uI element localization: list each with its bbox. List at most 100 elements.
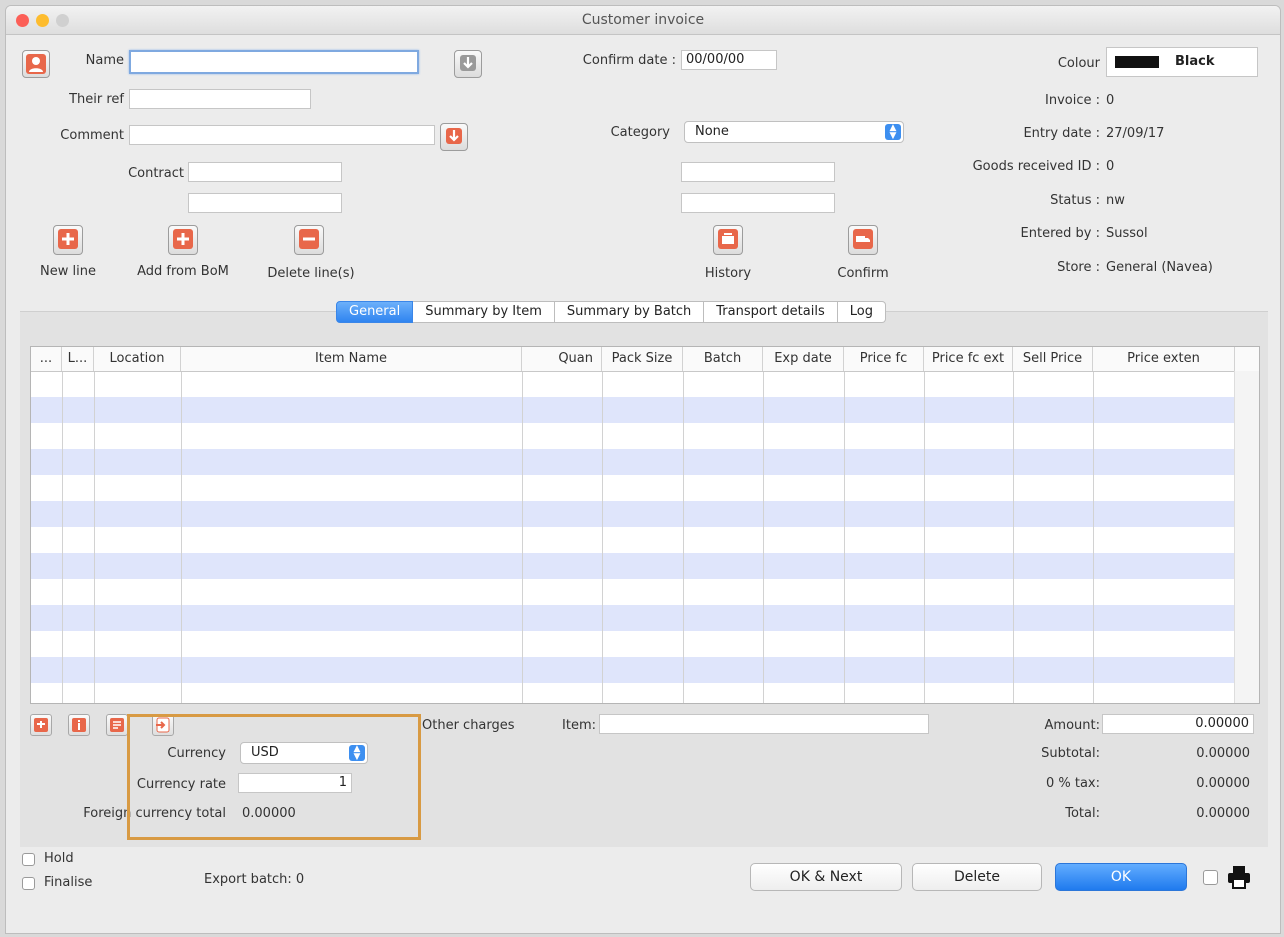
info-icon[interactable] (68, 714, 90, 736)
colour-label: Colour (1057, 56, 1100, 71)
goods-received-label: Goods received ID : (972, 159, 1100, 174)
tab-general[interactable]: General (336, 301, 414, 323)
store-value: General (Navea) (1106, 260, 1213, 275)
subtotal-value: 0.00000 (1196, 746, 1250, 761)
name-label: Name (85, 53, 124, 68)
arrow-down-icon (460, 55, 476, 71)
currency-highlight-box (127, 714, 421, 840)
entered-by-value: Sussol (1106, 226, 1148, 241)
name-lookup-button[interactable] (454, 50, 482, 78)
tab-transport-details[interactable]: Transport details (704, 301, 838, 323)
chevron-updown-icon: ▲ ▼ (885, 124, 901, 141)
store-label: Store : (1057, 260, 1100, 275)
extra-input-2[interactable] (681, 193, 835, 213)
tab-summary-by-batch[interactable]: Summary by Batch (554, 301, 705, 323)
export-batch-text: Export batch: 0 (204, 872, 305, 887)
invoice-label: Invoice : (1045, 93, 1100, 108)
their-ref-label: Their ref (69, 92, 124, 107)
add-from-bom-button[interactable] (168, 225, 198, 255)
new-line-label: New line (40, 264, 96, 279)
name-input[interactable] (129, 50, 419, 74)
add-from-bom-label: Add from BoM (137, 264, 229, 279)
delete-lines-label: Delete line(s) (267, 266, 355, 281)
column-header[interactable]: ... (31, 347, 62, 371)
history-icon (718, 229, 738, 249)
export-icon[interactable] (30, 714, 52, 736)
ok-button[interactable]: OK (1055, 863, 1187, 891)
item-label: Item: (562, 718, 596, 733)
comment-lookup-button[interactable] (440, 123, 468, 151)
their-ref-input[interactable] (129, 89, 311, 109)
finalise-label: Finalise (44, 875, 93, 890)
title-bar: Customer invoice (6, 6, 1280, 35)
finalise-checkbox[interactable] (22, 877, 35, 890)
status-label: Status : (1050, 193, 1100, 208)
amount-label: Amount: (1044, 718, 1100, 733)
tab-summary-by-item[interactable]: Summary by Item (413, 301, 555, 323)
column-header[interactable]: Exp date (763, 347, 844, 371)
tax-value: 0.00000 (1196, 776, 1250, 791)
status-value: nw (1106, 193, 1125, 208)
customer-invoice-window: Customer invoice Name Confirm date : 00/… (5, 5, 1281, 934)
table-scrollbar[interactable] (1234, 371, 1259, 703)
printer-icon[interactable] (1226, 864, 1252, 890)
column-divider (31, 371, 1094, 703)
other-charges-item-input[interactable] (599, 714, 929, 734)
note-icon[interactable] (106, 714, 128, 736)
table-header: ... L... Location Item Name Quan Pack Si… (31, 347, 1259, 372)
delete-lines-button[interactable] (294, 225, 324, 255)
customer-avatar-button[interactable] (22, 50, 50, 78)
confirm-date-label: Confirm date : (582, 53, 676, 68)
history-label: History (704, 266, 752, 281)
arrow-down-icon (446, 128, 462, 144)
category-value: None (695, 124, 729, 139)
column-header[interactable]: Price fc (844, 347, 924, 371)
column-header[interactable]: Item Name (181, 347, 522, 371)
confirm-button[interactable] (848, 225, 878, 255)
entered-by-label: Entered by : (1020, 226, 1100, 241)
ok-next-button[interactable]: OK & Next (750, 863, 902, 891)
column-header[interactable]: Batch (683, 347, 763, 371)
hold-checkbox[interactable] (22, 853, 35, 866)
window-title: Customer invoice (581, 12, 705, 28)
category-select[interactable]: None ▲ ▼ (684, 121, 904, 143)
column-header[interactable]: Sell Price (1013, 347, 1093, 371)
column-header[interactable]: Quan (522, 347, 602, 371)
colour-value: Black (1175, 54, 1215, 69)
delete-button[interactable]: Delete (912, 863, 1042, 891)
comment-input[interactable] (129, 125, 435, 145)
column-header[interactable]: Pack Size (602, 347, 683, 371)
entry-date-label: Entry date : (1023, 126, 1100, 141)
subtotal-label: Subtotal: (1041, 746, 1100, 761)
person-icon (26, 54, 46, 74)
contract-label: Contract (128, 166, 184, 181)
history-button[interactable] (713, 225, 743, 255)
amount-input[interactable]: 0.00000 (1102, 714, 1254, 734)
confirm-label: Confirm (837, 266, 889, 281)
tab-bar: General Summary by Item Summary by Batch… (336, 301, 886, 323)
column-header[interactable]: Price fc ext (924, 347, 1013, 371)
confirm-date-input[interactable]: 00/00/00 (681, 50, 777, 70)
column-header[interactable]: Price exten (1093, 347, 1235, 371)
column-header[interactable]: L... (62, 347, 94, 371)
tab-log[interactable]: Log (837, 301, 886, 323)
entry-date-value: 27/09/17 (1106, 126, 1165, 141)
new-line-button[interactable] (53, 225, 83, 255)
goods-received-value: 0 (1106, 159, 1115, 174)
category-label: Category (610, 125, 670, 140)
invoice-lines-table[interactable]: ... L... Location Item Name Quan Pack Si… (30, 346, 1260, 704)
minus-icon (299, 229, 319, 249)
contract-input[interactable] (188, 162, 342, 182)
extra-input-1[interactable] (681, 162, 835, 182)
column-header[interactable]: Location (94, 347, 181, 371)
truck-icon (853, 229, 873, 249)
total-value: 0.00000 (1196, 806, 1250, 821)
plus-icon (173, 229, 193, 249)
print-checkbox[interactable] (1203, 870, 1218, 885)
colour-select[interactable]: Black (1106, 47, 1258, 77)
contract-input-2[interactable] (188, 193, 342, 213)
total-label: Total: (1065, 806, 1100, 821)
hold-label: Hold (44, 851, 74, 866)
tax-label: 0 % tax: (1045, 776, 1100, 791)
other-charges-label: Other charges (422, 718, 515, 733)
